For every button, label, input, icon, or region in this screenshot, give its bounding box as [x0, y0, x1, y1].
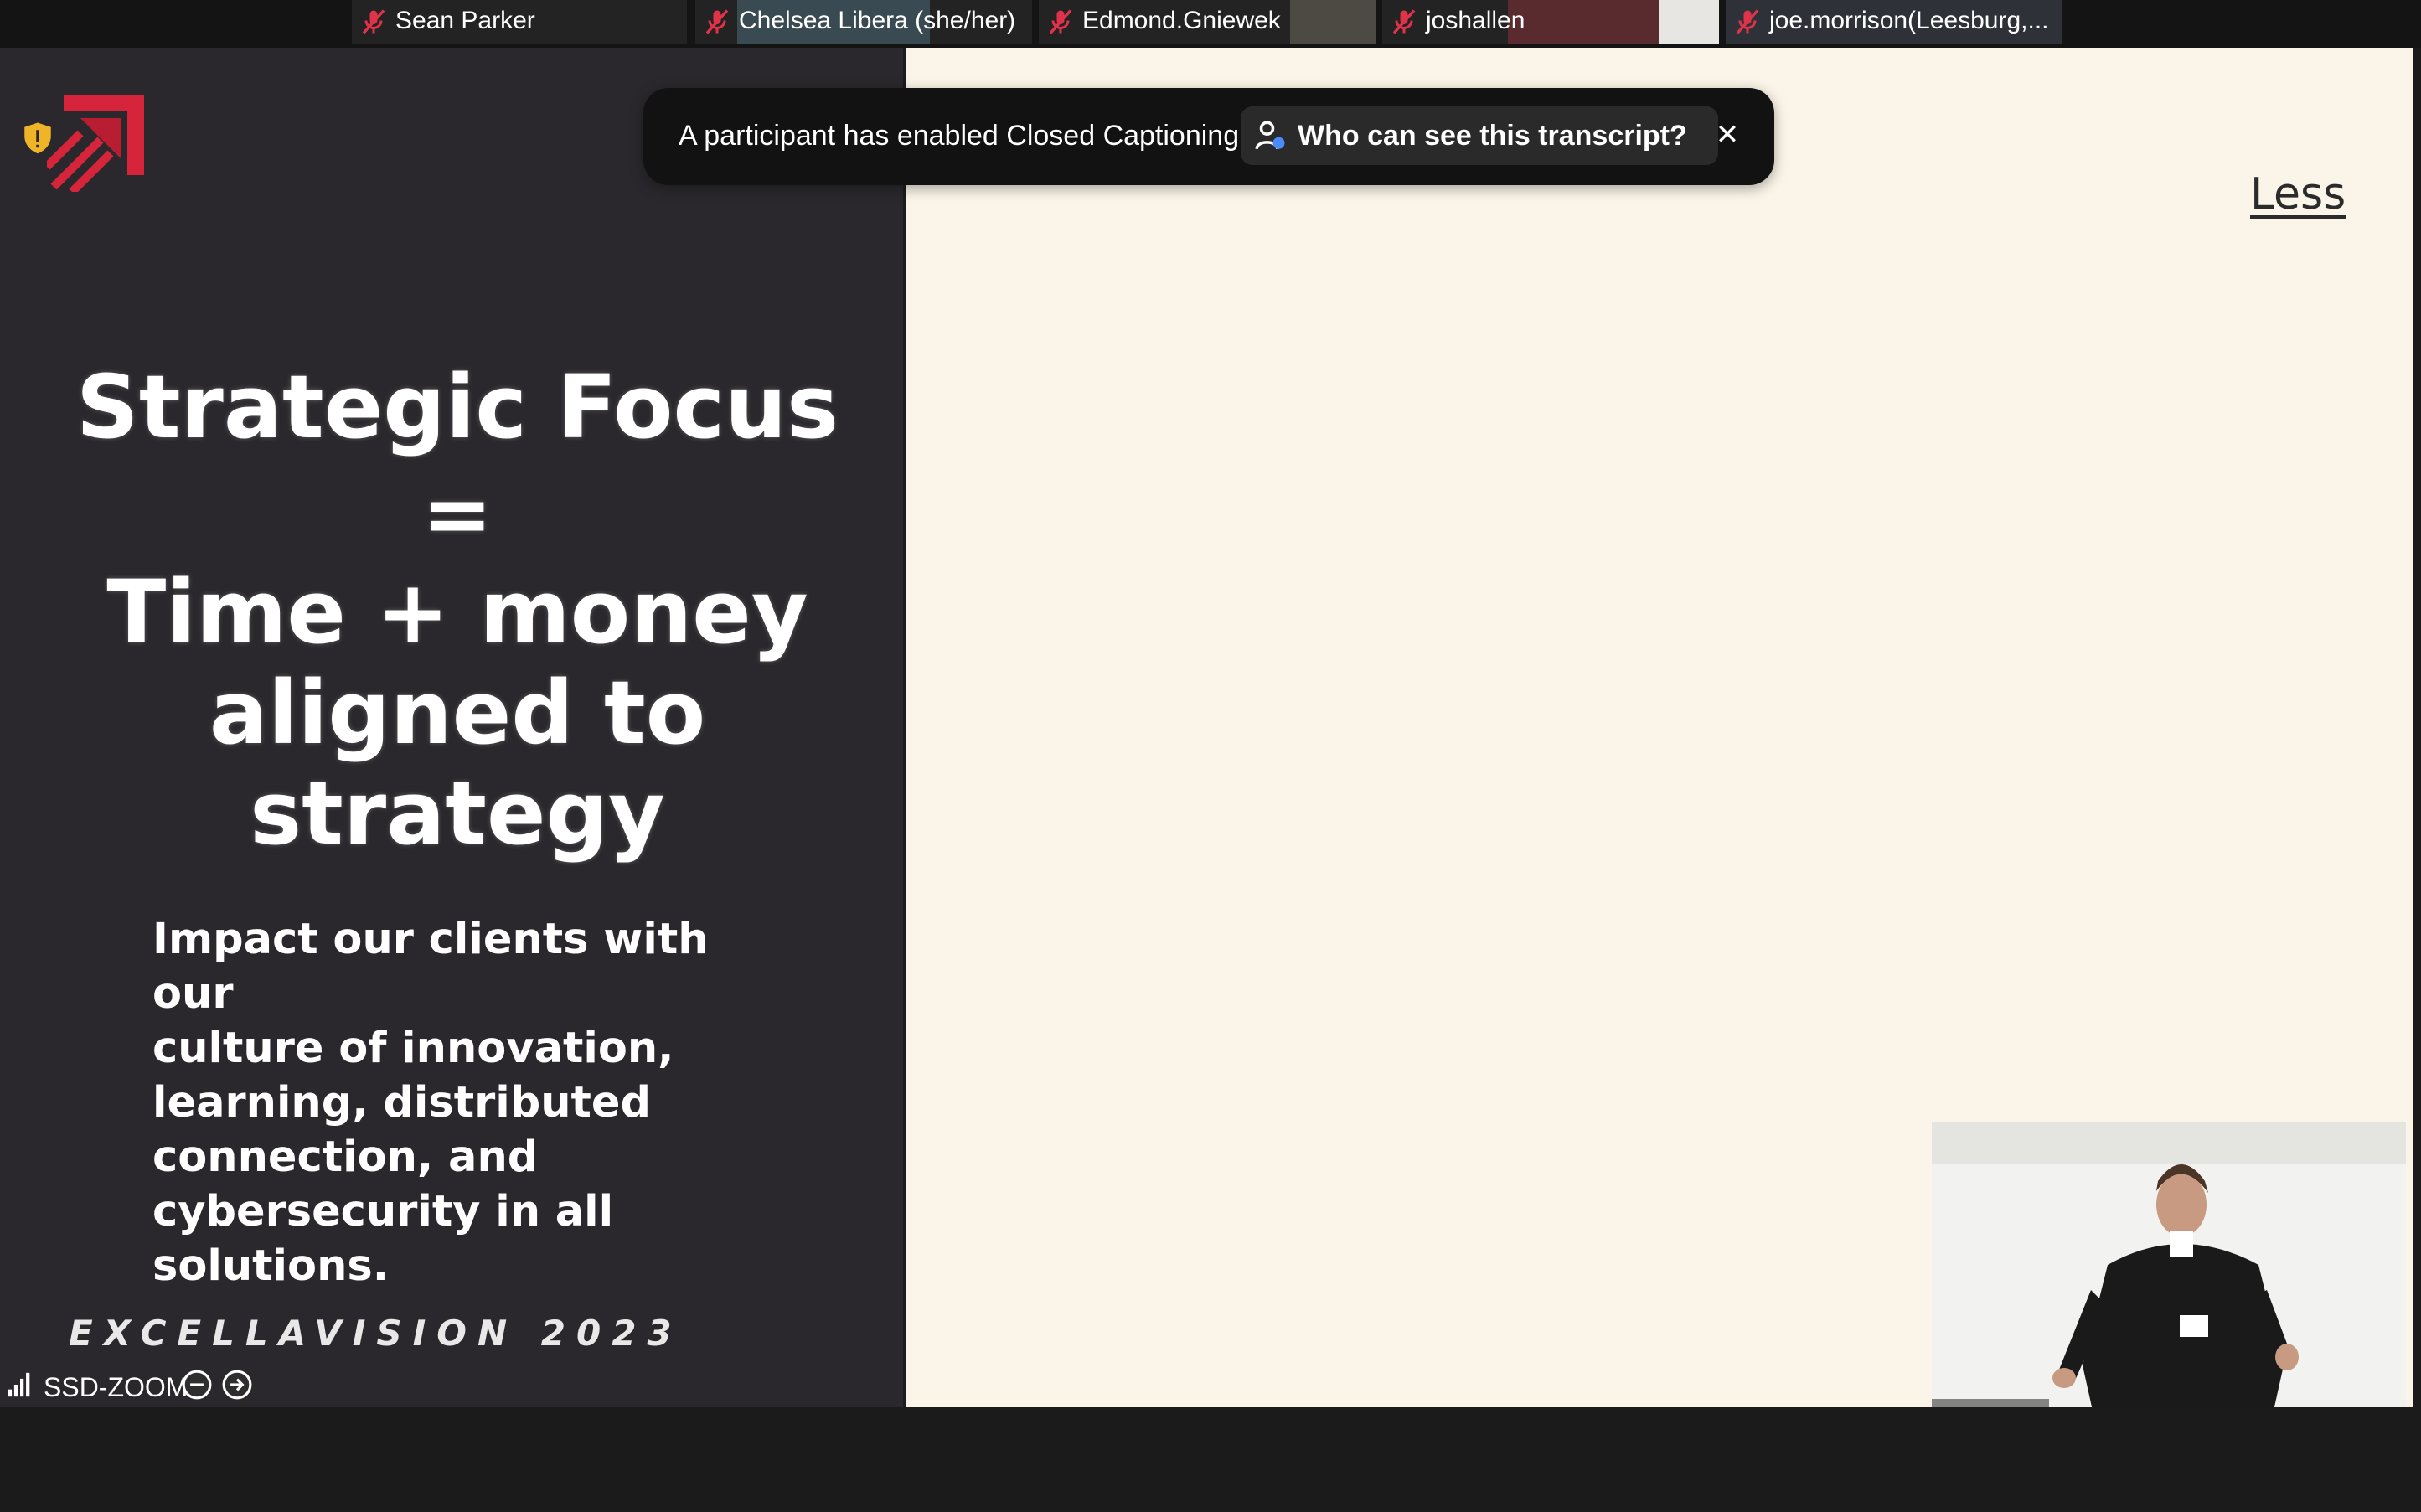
brand-logo-icon [47, 95, 144, 192]
who-can-see-transcript-button[interactable]: Who can see this transcript? [1241, 106, 1718, 165]
slide-less-label: Less [2250, 169, 2346, 219]
connection-status: SSD-ZOOM [0, 1364, 302, 1406]
participant-strip: Sean Parker Chelsea Libera (she/her) Edm… [0, 0, 2421, 48]
slide-title: Strategic Focus [75, 356, 839, 458]
bottom-toolbar-area [0, 1407, 2421, 1512]
speaker-video[interactable] [1932, 1122, 2406, 1452]
connection-label: SSD-ZOOM [44, 1372, 188, 1402]
participant-tile[interactable]: Sean Parker [352, 0, 687, 44]
muted-mic-icon [1736, 9, 1759, 34]
body-line: connection, and [152, 1133, 539, 1182]
minus-circle-icon[interactable] [181, 1369, 213, 1401]
slide-panel: Strategic Focus = Time + money aligned t… [0, 48, 905, 1407]
muted-mic-icon [1392, 9, 1416, 34]
participant-name: Edmond.Gniewek [1082, 7, 1281, 34]
slide-subtitle: Time + money aligned to strategy [50, 562, 865, 864]
participant-tile[interactable]: Chelsea Libera (she/her) [695, 0, 1032, 44]
muted-mic-icon [1049, 9, 1072, 34]
subtitle-line: strategy [250, 762, 665, 864]
body-line: cybersecurity in all [152, 1187, 614, 1236]
body-line: solutions. [152, 1241, 390, 1291]
slide-divider [903, 48, 906, 1407]
participant-video-bg [1659, 0, 1719, 44]
close-icon[interactable]: ✕ [1709, 116, 1746, 153]
slide-body: Impact our clients with our culture of i… [152, 912, 789, 1293]
body-line: Impact our clients with our [152, 915, 709, 1019]
participant-tile[interactable]: joe.morrison(Leesburg,... [1726, 0, 2062, 44]
signal-strength-icon [8, 1372, 30, 1397]
participant-name: joe.morrison(Leesburg,... [1769, 7, 2049, 34]
subtitle-line: aligned to [209, 662, 706, 764]
slide-equals: = [422, 465, 493, 563]
closed-caption-notification: A participant has enabled Closed Caption… [643, 88, 1774, 185]
subtitle-line: Time + money [106, 561, 808, 663]
participant-video [1508, 0, 1675, 44]
participant-name: joshallen [1426, 7, 1525, 34]
participant-name: Chelsea Libera (she/her) [739, 7, 1016, 34]
participant-tile[interactable]: joshallen [1382, 0, 1719, 44]
muted-mic-icon [362, 9, 385, 34]
window-edge [2413, 48, 2421, 1407]
arrow-right-circle-icon[interactable] [221, 1369, 253, 1401]
cc-button-label: Who can see this transcript? [1298, 120, 1687, 152]
person-info-icon [1255, 121, 1285, 150]
participant-tile[interactable]: Edmond.Gniewek [1039, 0, 1376, 44]
body-line: culture of innovation, [152, 1024, 674, 1073]
participant-name: Sean Parker [395, 7, 535, 34]
body-line: learning, distributed [152, 1078, 652, 1128]
speaker-figure [1932, 1122, 2406, 1452]
shared-screen: Strategic Focus = Time + money aligned t… [0, 48, 2421, 1452]
cc-message: A participant has enabled Closed Caption… [679, 120, 1240, 152]
participant-video [1290, 0, 1376, 44]
slide-footer-brand: EXCELLAVISION 2023 [69, 1313, 683, 1354]
muted-mic-icon [705, 9, 729, 34]
shield-warning-icon[interactable] [20, 120, 55, 155]
